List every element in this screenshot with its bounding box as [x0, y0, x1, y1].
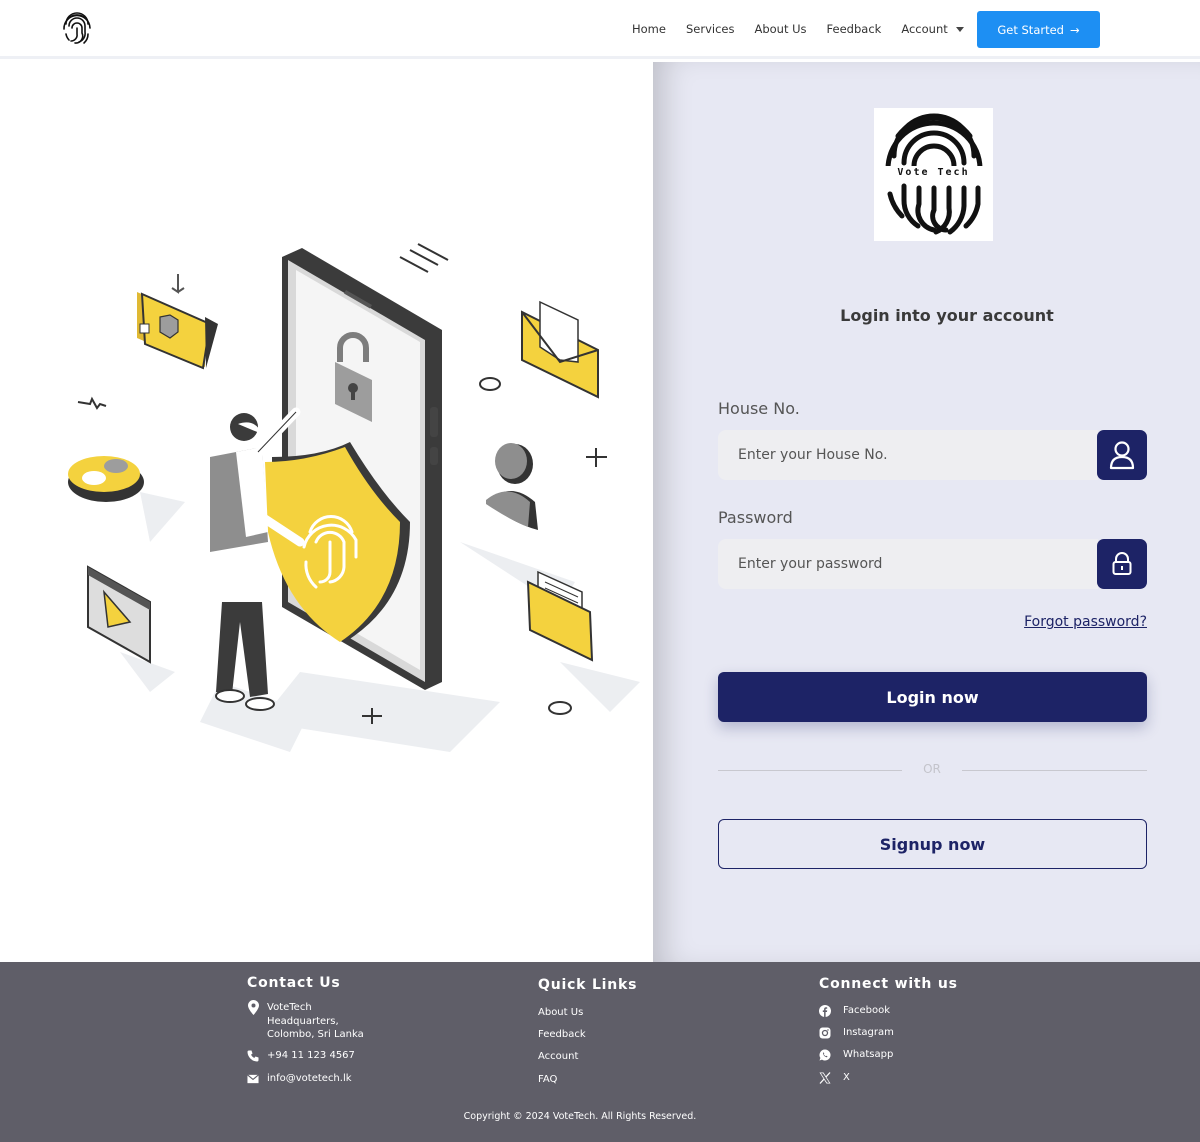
brand-logo: Vote Tech [874, 108, 993, 241]
nav-account-dropdown[interactable]: Account [901, 22, 964, 36]
user-icon [1097, 430, 1147, 480]
get-started-button[interactable]: Get Started → [977, 11, 1100, 48]
facebook-label: Facebook [843, 1005, 890, 1016]
footer-link-about[interactable]: About Us [538, 1007, 583, 1018]
user-avatar-graphic [486, 443, 538, 530]
whatsapp-icon [819, 1049, 831, 1061]
mail-icon [247, 1073, 259, 1085]
divider-left [718, 770, 902, 771]
social-x[interactable]: X [819, 1072, 850, 1084]
envelope-graphic [521, 300, 599, 399]
nav-about-link[interactable]: About Us [754, 22, 806, 36]
contact-phone: +94 11 123 4567 [247, 1050, 355, 1062]
login-button[interactable]: Login now [718, 672, 1147, 722]
facebook-icon [819, 1005, 831, 1017]
signup-button[interactable]: Signup now [718, 819, 1147, 869]
login-title: Login into your account [840, 306, 1054, 325]
video-window-graphic [87, 565, 151, 664]
instagram-icon [819, 1027, 831, 1039]
house-no-label: House No. [718, 399, 800, 418]
caret-down-icon [955, 27, 964, 32]
or-separator: OR [923, 762, 941, 776]
fingerprint-icon[interactable] [62, 12, 92, 46]
password-label: Password [718, 508, 793, 527]
lock-icon [1097, 539, 1147, 589]
get-started-label: Get Started [997, 22, 1064, 37]
footer-link-feedback[interactable]: Feedback [538, 1029, 586, 1040]
nav-feedback-link[interactable]: Feedback [827, 22, 882, 36]
house-no-field [718, 430, 1147, 480]
social-instagram[interactable]: Instagram [819, 1027, 894, 1039]
password-input[interactable] [718, 539, 1098, 589]
security-illustration [0, 62, 653, 962]
address-text: VoteTech Headquarters, Colombo, Sri Lank… [267, 1002, 364, 1040]
phone-icon [247, 1050, 259, 1062]
top-navbar: Home Services About Us Feedback Account … [0, 0, 1200, 59]
phone-text: +94 11 123 4567 [267, 1050, 355, 1061]
connect-heading: Connect with us [819, 976, 958, 992]
whatsapp-label: Whatsapp [843, 1049, 894, 1060]
instagram-label: Instagram [843, 1027, 894, 1038]
chat-bubble-graphic [68, 456, 144, 502]
footer-link-faq[interactable]: FAQ [538, 1074, 557, 1085]
house-no-input[interactable] [718, 430, 1098, 480]
email-text: info@votetech.lk [267, 1073, 352, 1084]
social-facebook[interactable]: Facebook [819, 1005, 890, 1017]
contact-heading: Contact Us [247, 975, 341, 991]
contact-email[interactable]: info@votetech.lk [247, 1073, 352, 1085]
x-icon [819, 1072, 831, 1084]
x-label: X [843, 1072, 850, 1083]
folder-document-graphic [526, 570, 594, 662]
nav-services-link[interactable]: Services [686, 22, 735, 36]
login-panel: Vote Tech Login into your account House … [653, 62, 1200, 962]
social-whatsapp[interactable]: Whatsapp [819, 1049, 893, 1061]
folder-shield-graphic [137, 274, 218, 370]
divider-right [962, 770, 1147, 771]
arrow-right-icon: → [1069, 22, 1080, 37]
location-pin-icon [247, 999, 259, 1015]
brand-name: Vote Tech [897, 167, 970, 178]
password-field [718, 539, 1147, 589]
security-illustration-graphic [68, 243, 640, 752]
footer: Contact Us VoteTech Headquarters, Colomb… [0, 962, 1200, 1142]
nav-home-link[interactable]: Home [632, 22, 666, 36]
nav-account-label: Account [901, 22, 948, 36]
copyright-text: Copyright © 2024 VoteTech. All Rights Re… [463, 1111, 697, 1122]
quick-links-heading: Quick Links [538, 977, 638, 993]
forgot-password-link[interactable]: Forgot password? [1024, 614, 1147, 630]
footer-link-account[interactable]: Account [538, 1051, 578, 1062]
contact-address: VoteTech Headquarters, Colombo, Sri Lank… [247, 999, 364, 1042]
